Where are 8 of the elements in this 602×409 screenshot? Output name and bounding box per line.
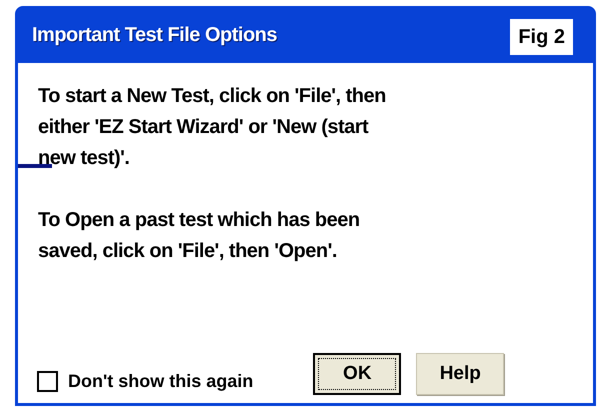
instruction-text: To start a New Test, click on 'File', then either 'EZ Start Wizard' or 'New (start new test)'.: [38, 84, 387, 171]
checkbox-label: Don't show this again: [68, 370, 254, 393]
checkbox[interactable]: [37, 370, 58, 392]
window-title: Important Test File Options: [32, 22, 278, 48]
ok-button[interactable]: OK: [313, 353, 402, 395]
figure-label: Fig 2: [510, 18, 573, 54]
help-button[interactable]: Help: [416, 353, 504, 395]
instruction-text: To Open a past test which has been saved, click on 'File', then 'Open'.: [38, 208, 361, 264]
